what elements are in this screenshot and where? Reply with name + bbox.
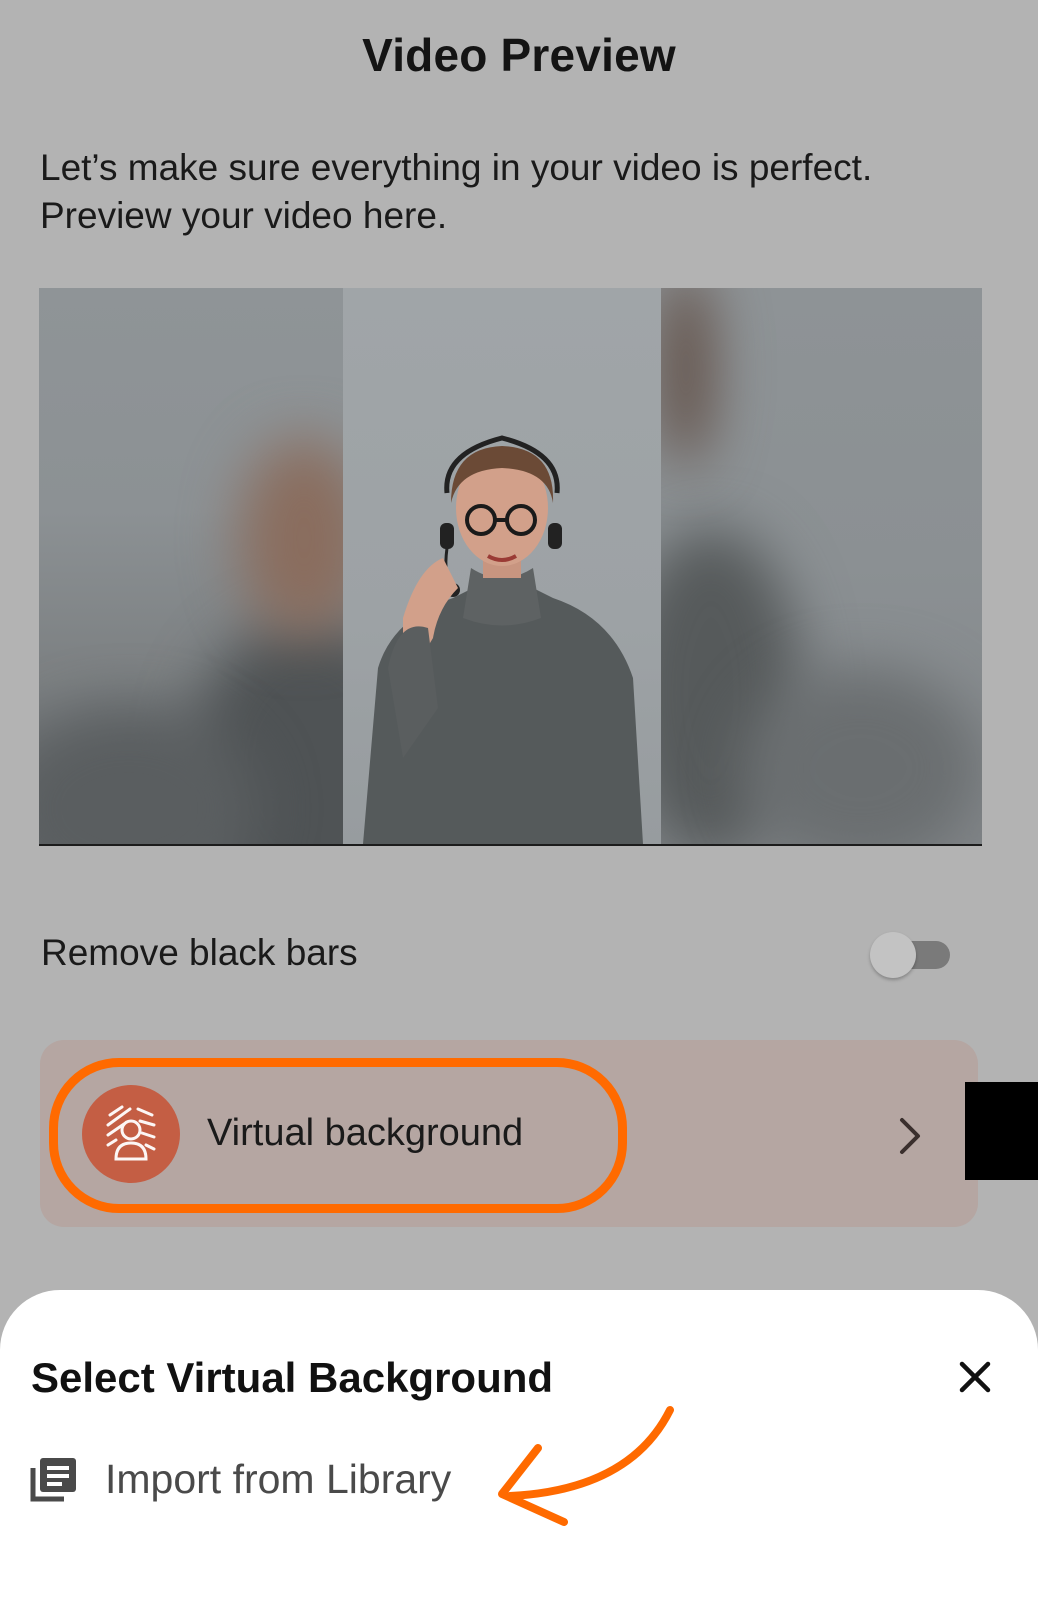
- toggle-thumb: [870, 932, 916, 978]
- blurred-fill-right: [661, 288, 982, 844]
- blurred-fill-left: [39, 288, 343, 844]
- close-button[interactable]: [958, 1360, 992, 1394]
- video-frame: [343, 288, 661, 844]
- library-icon: [30, 1458, 76, 1502]
- page-subtitle: Let’s make sure everything in your video…: [40, 144, 1000, 240]
- remove-black-bars-label: Remove black bars: [41, 932, 358, 973]
- close-icon: [959, 1361, 991, 1393]
- video-preview: [39, 288, 982, 846]
- subtitle-line-1: Let’s make sure everything in your video…: [40, 147, 873, 188]
- highlight-annotation: [49, 1058, 627, 1213]
- import-from-library-button[interactable]: Import from Library: [30, 1450, 530, 1510]
- person-figure: [363, 435, 643, 844]
- import-from-library-label: Import from Library: [105, 1456, 452, 1502]
- chevron-right-icon: [900, 1118, 920, 1154]
- edge-tab: [965, 1082, 1038, 1180]
- remove-black-bars-toggle[interactable]: [870, 932, 952, 978]
- annotation-arrow: [498, 1406, 674, 1526]
- sheet-title: Select Virtual Background: [31, 1354, 554, 1401]
- subtitle-line-2: Preview your video here.: [40, 195, 448, 236]
- page-title: Video Preview: [362, 29, 676, 81]
